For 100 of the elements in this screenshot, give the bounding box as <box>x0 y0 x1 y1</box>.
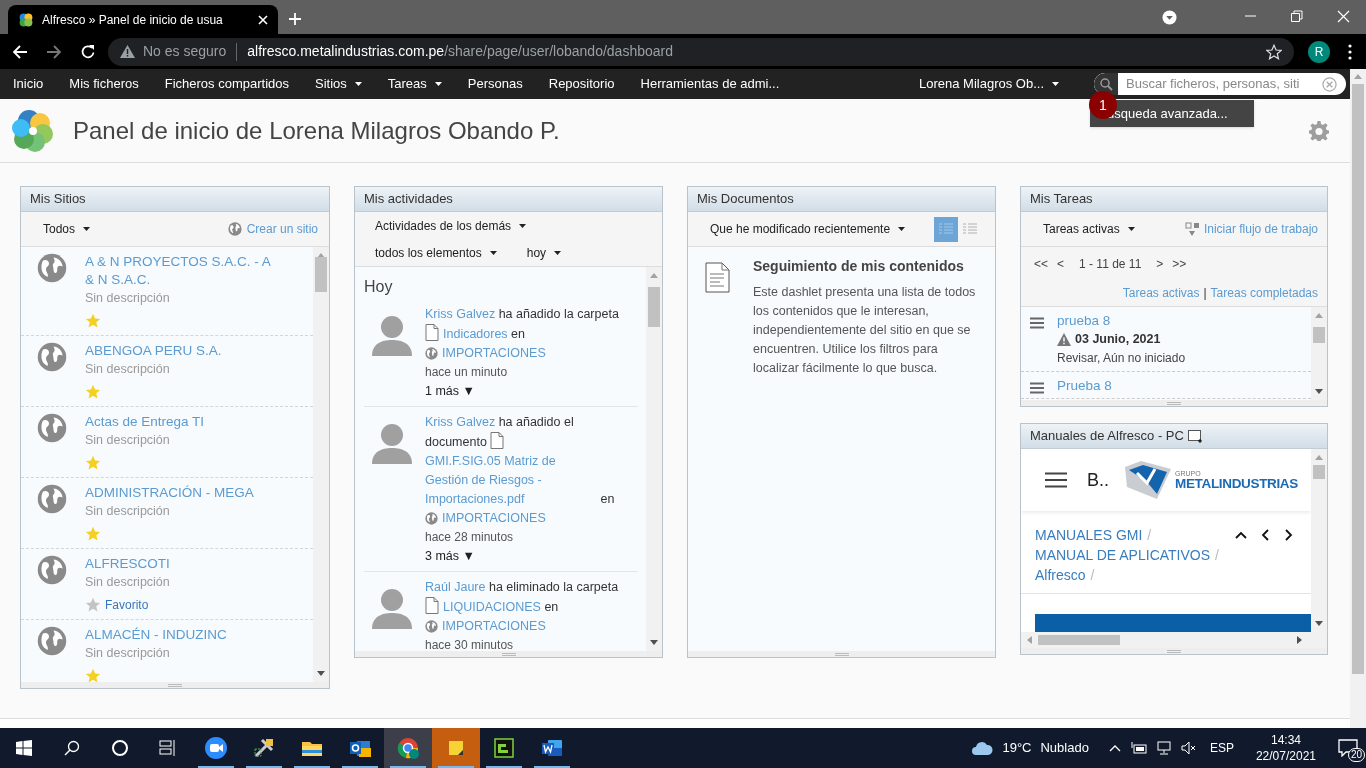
breadcrumb-link[interactable]: MANUALES GMI <box>1035 525 1143 545</box>
globe-icon <box>37 342 67 372</box>
chevron-up-icon[interactable] <box>1108 744 1121 752</box>
language-indicator[interactable]: ESP <box>1209 739 1234 757</box>
cloud-icon <box>971 740 994 756</box>
scroll-thumb[interactable] <box>1313 465 1325 479</box>
nav-link[interactable]: Repositorio <box>535 74 628 94</box>
scroll-thumb[interactable] <box>648 287 660 327</box>
site-description: Sin descripción <box>85 361 171 378</box>
breadcrumb-link[interactable]: MANUAL DE APLICATIVOS <box>1035 545 1211 565</box>
address-bar[interactable]: No es seguro alfresco.metalindustrias.com.pe/share/page/user/lobando/dashboard <box>108 37 1294 66</box>
tools-icon[interactable] <box>252 736 276 760</box>
nav-link[interactable]: Tareas <box>374 74 455 94</box>
resize-handle[interactable] <box>1021 400 1327 406</box>
tab-search-icon[interactable] <box>1162 10 1177 25</box>
browser-icon[interactable] <box>396 736 420 760</box>
chevron-right-icon[interactable] <box>1283 529 1295 541</box>
new-tab-icon[interactable] <box>288 12 302 26</box>
nav-link[interactable]: Mis ficheros <box>56 74 152 94</box>
nav-link[interactable]: Inicio <box>0 74 57 94</box>
empty-text: Este dashlet presenta una lista de todos los contenidos que le interesan, independientemente del sitio en que se encuentren. Utilice los filtros para localizar fácilmente lo que busca. <box>753 284 977 377</box>
camera-icon[interactable] <box>204 736 228 760</box>
breadcrumb-link[interactable]: Alfresco <box>1035 565 1086 585</box>
chevron-up-icon[interactable] <box>1235 529 1247 541</box>
scrollbar[interactable] <box>646 267 662 651</box>
notifications-button[interactable]: 20 <box>1330 728 1366 768</box>
profile-avatar[interactable]: R <box>1308 40 1330 63</box>
circle-icon[interactable] <box>111 739 129 757</box>
menu-icon[interactable] <box>1045 472 1067 488</box>
forward-icon[interactable] <box>46 43 62 60</box>
star-icon[interactable] <box>85 313 101 329</box>
task-view-icon[interactable] <box>159 740 177 756</box>
menu-icon[interactable] <box>1348 43 1352 60</box>
nav-link[interactable]: Sitios <box>302 74 375 94</box>
caret-icon <box>1127 227 1135 231</box>
site-description: Sin descripción <box>85 432 171 449</box>
filter-dropdown[interactable]: Tareas activas <box>1043 220 1135 238</box>
resize-handle[interactable] <box>355 651 662 657</box>
star-icon[interactable] <box>85 668 101 682</box>
next-page-link[interactable]: > <box>1156 255 1164 273</box>
configure-icon[interactable] <box>1187 429 1203 443</box>
browser-tab[interactable]: Alfresco » Panel de inicio de usua <box>8 5 278 34</box>
nav-link[interactable]: Personas <box>454 74 536 94</box>
scroll-thumb[interactable] <box>1038 635 1120 645</box>
caret-icon <box>898 227 906 231</box>
drag-handle-icon[interactable] <box>1030 382 1044 394</box>
temperature: 19°C <box>1002 739 1032 758</box>
scroll-right-icon[interactable] <box>1297 636 1302 644</box>
last-page-link[interactable]: >> <box>1172 255 1187 273</box>
more-link[interactable]: 3 más ▼ <box>425 549 475 563</box>
windows-logo-icon[interactable] <box>16 740 32 756</box>
scrollbar[interactable] <box>1311 307 1327 400</box>
close-icon[interactable] <box>258 14 268 25</box>
previous-page-link[interactable]: < <box>1057 255 1065 273</box>
resize-handle[interactable] <box>688 651 995 657</box>
scroll-down-icon[interactable] <box>650 640 658 645</box>
more-link[interactable]: 1 más ▼ <box>425 384 475 398</box>
nav-link[interactable]: Ficheros compartidos <box>151 74 302 94</box>
scroll-thumb[interactable] <box>315 257 327 292</box>
horizontal-scrollbar[interactable] <box>1021 632 1327 648</box>
page-scrollbar[interactable] <box>1350 69 1366 728</box>
restore-icon[interactable] <box>1291 10 1303 22</box>
filter-dropdown[interactable]: todos los elementos <box>375 243 497 262</box>
clock[interactable]: 14:34 22/07/2021 <box>1255 732 1316 764</box>
scroll-down-icon[interactable] <box>1315 389 1323 394</box>
star-icon[interactable] <box>85 597 101 613</box>
app-icon[interactable] <box>492 736 516 760</box>
scroll-thumb[interactable] <box>1313 327 1325 343</box>
caret-icon <box>489 250 497 255</box>
nav-link[interactable]: Herramientas de admi... <box>627 74 793 94</box>
activity-time: hace 30 minutos <box>425 637 515 651</box>
bookmark-star-icon[interactable] <box>1266 43 1282 60</box>
workflow-icon <box>1184 221 1200 237</box>
settings-icon[interactable] <box>1309 120 1329 141</box>
chevron-left-icon[interactable] <box>1259 529 1271 541</box>
filter-dropdown[interactable]: hoy <box>526 243 562 262</box>
close-icon[interactable] <box>1337 10 1350 23</box>
scrollbar[interactable] <box>1311 449 1327 632</box>
user-menu[interactable]: Lorena Milagros Ob... <box>906 74 1072 94</box>
scroll-down-icon[interactable] <box>1315 621 1323 626</box>
star-icon[interactable] <box>85 384 101 400</box>
star-icon[interactable] <box>85 455 101 471</box>
battery-icon <box>1130 742 1147 754</box>
filter-dropdown[interactable]: Actividades de los demás <box>375 216 662 235</box>
drag-handle-icon[interactable] <box>1030 317 1044 329</box>
filter-dropdown[interactable]: Todos <box>43 220 91 238</box>
scroll-down-icon[interactable] <box>317 671 325 676</box>
reload-icon[interactable] <box>80 43 96 60</box>
resize-handle[interactable] <box>1021 648 1327 654</box>
site-header-text: B.. <box>1087 468 1109 492</box>
globe-icon <box>37 413 67 443</box>
scrollbar[interactable] <box>313 247 329 682</box>
resize-handle[interactable] <box>21 682 329 688</box>
back-icon[interactable] <box>12 43 28 60</box>
first-page-link[interactable]: << <box>1034 255 1048 273</box>
search-icon[interactable] <box>64 740 80 756</box>
star-icon[interactable] <box>85 526 101 542</box>
favorite-link[interactable]: Favorito <box>105 596 149 614</box>
scroll-thumb[interactable] <box>1352 84 1364 674</box>
weather-text: Nublado <box>1040 739 1089 758</box>
